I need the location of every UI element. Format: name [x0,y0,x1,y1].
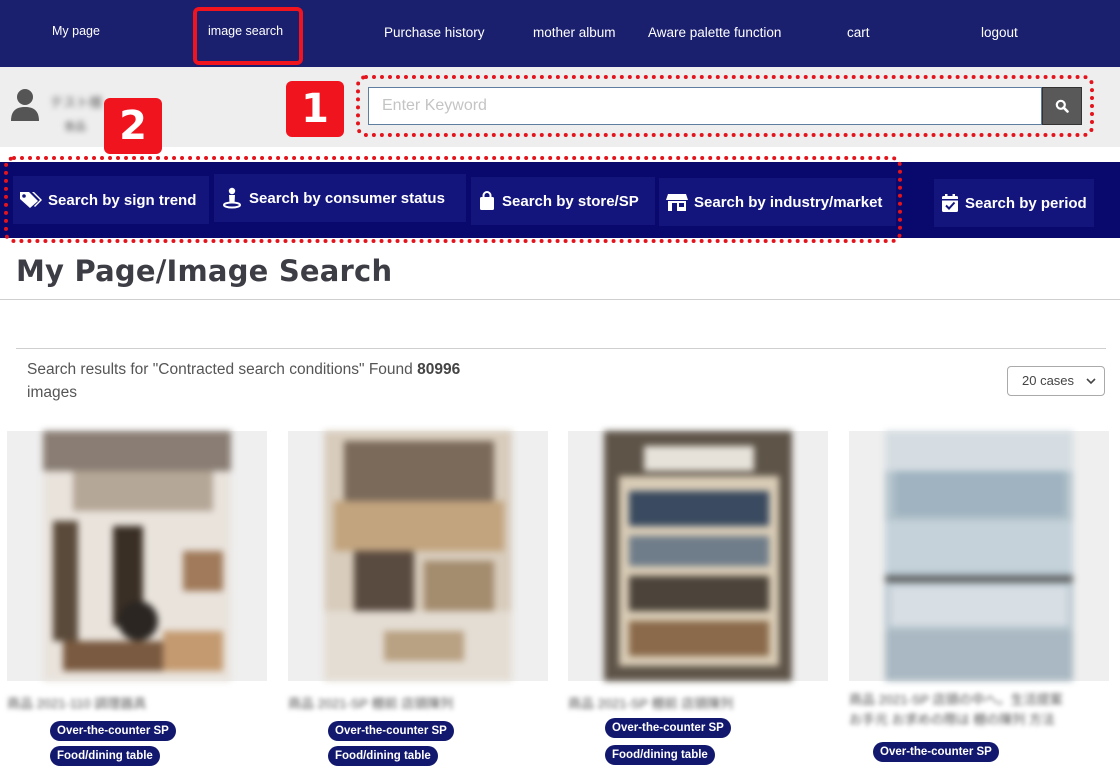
callout-one-badge: 1 [286,81,344,137]
tag-badge[interactable]: Over-the-counter SP [50,721,176,741]
user-name: テスト様 [50,95,103,110]
nav-purchase-history[interactable]: Purchase history [384,0,485,67]
nav-cart[interactable]: cart [847,0,870,67]
result-image[interactable] [885,431,1073,681]
per-page-value: 20 cases [1022,373,1075,388]
results-prefix: Search results for "Contracted search co… [27,361,413,378]
search-by-period-button[interactable]: Search by period [934,179,1094,227]
result-caption: 商品 2021-SP 棚前 店頭陳列 [288,696,454,711]
search-button[interactable] [1042,87,1082,125]
result-image[interactable] [43,431,231,681]
divider [0,299,1120,300]
nav-aware-palette-function[interactable]: Aware palette function [648,0,781,67]
tag-badge[interactable]: Over-the-counter SP [328,721,454,741]
divider [16,348,1106,349]
result-caption: 商品 2021-110 調理器具 [7,696,147,711]
tag-badge[interactable]: Food/dining table [50,746,160,766]
chevron-down-icon [1086,378,1096,385]
image-search-highlight-frame [193,7,303,65]
result-image[interactable] [604,431,792,681]
nav-mother-album[interactable]: mother album [533,0,616,67]
result-card[interactable]: 商品 2021-SP 店頭の中へ。生活提案 お手元 お求めの際は 棚の陳列 方法… [849,431,1109,770]
result-card[interactable]: 商品 2021-SP 棚前 店頭陳列 Over-the-counter SP F… [288,431,548,770]
page-title: My Page/Image Search [16,254,393,288]
tag-badge[interactable]: Food/dining table [605,745,715,765]
search-icon [1055,99,1069,113]
tag-badge[interactable]: Over-the-counter SP [605,718,731,738]
keyword-search-input[interactable] [368,87,1042,125]
result-caption: 商品 2021-SP 店頭の中へ。生活提案 [849,692,1063,707]
category-label: Search by period [965,194,1087,212]
result-caption: 商品 2021-SP 棚前 店頭陳列 [568,696,734,711]
nav-my-page[interactable]: My page [52,0,100,67]
calendar-check-icon [942,194,958,212]
nav-logout[interactable]: logout [981,0,1018,67]
results-suffix: images [27,384,77,401]
tag-badge[interactable]: Food/dining table [328,746,438,766]
result-caption-line2: お手元 お求めの際は 棚の陳列 方法 [849,712,1055,727]
per-page-select[interactable]: 20 cases [1007,366,1105,396]
user-company: 食品 [64,121,86,133]
callout-two-badge: 2 [104,98,162,154]
results-count: 80996 [417,361,461,378]
result-card[interactable]: 商品 2021-SP 棚前 店頭陳列 Over-the-counter SP F… [568,431,828,770]
category-highlight-frame [4,156,902,243]
user-icon [11,89,39,121]
tag-badge[interactable]: Over-the-counter SP [873,742,999,762]
top-navigation-bar: My page image search Purchase history mo… [0,0,1120,67]
results-summary: Search results for "Contracted search co… [27,358,547,404]
result-image[interactable] [324,431,512,681]
result-card[interactable]: 商品 2021-110 調理器具 Over-the-counter SP Foo… [7,431,267,770]
